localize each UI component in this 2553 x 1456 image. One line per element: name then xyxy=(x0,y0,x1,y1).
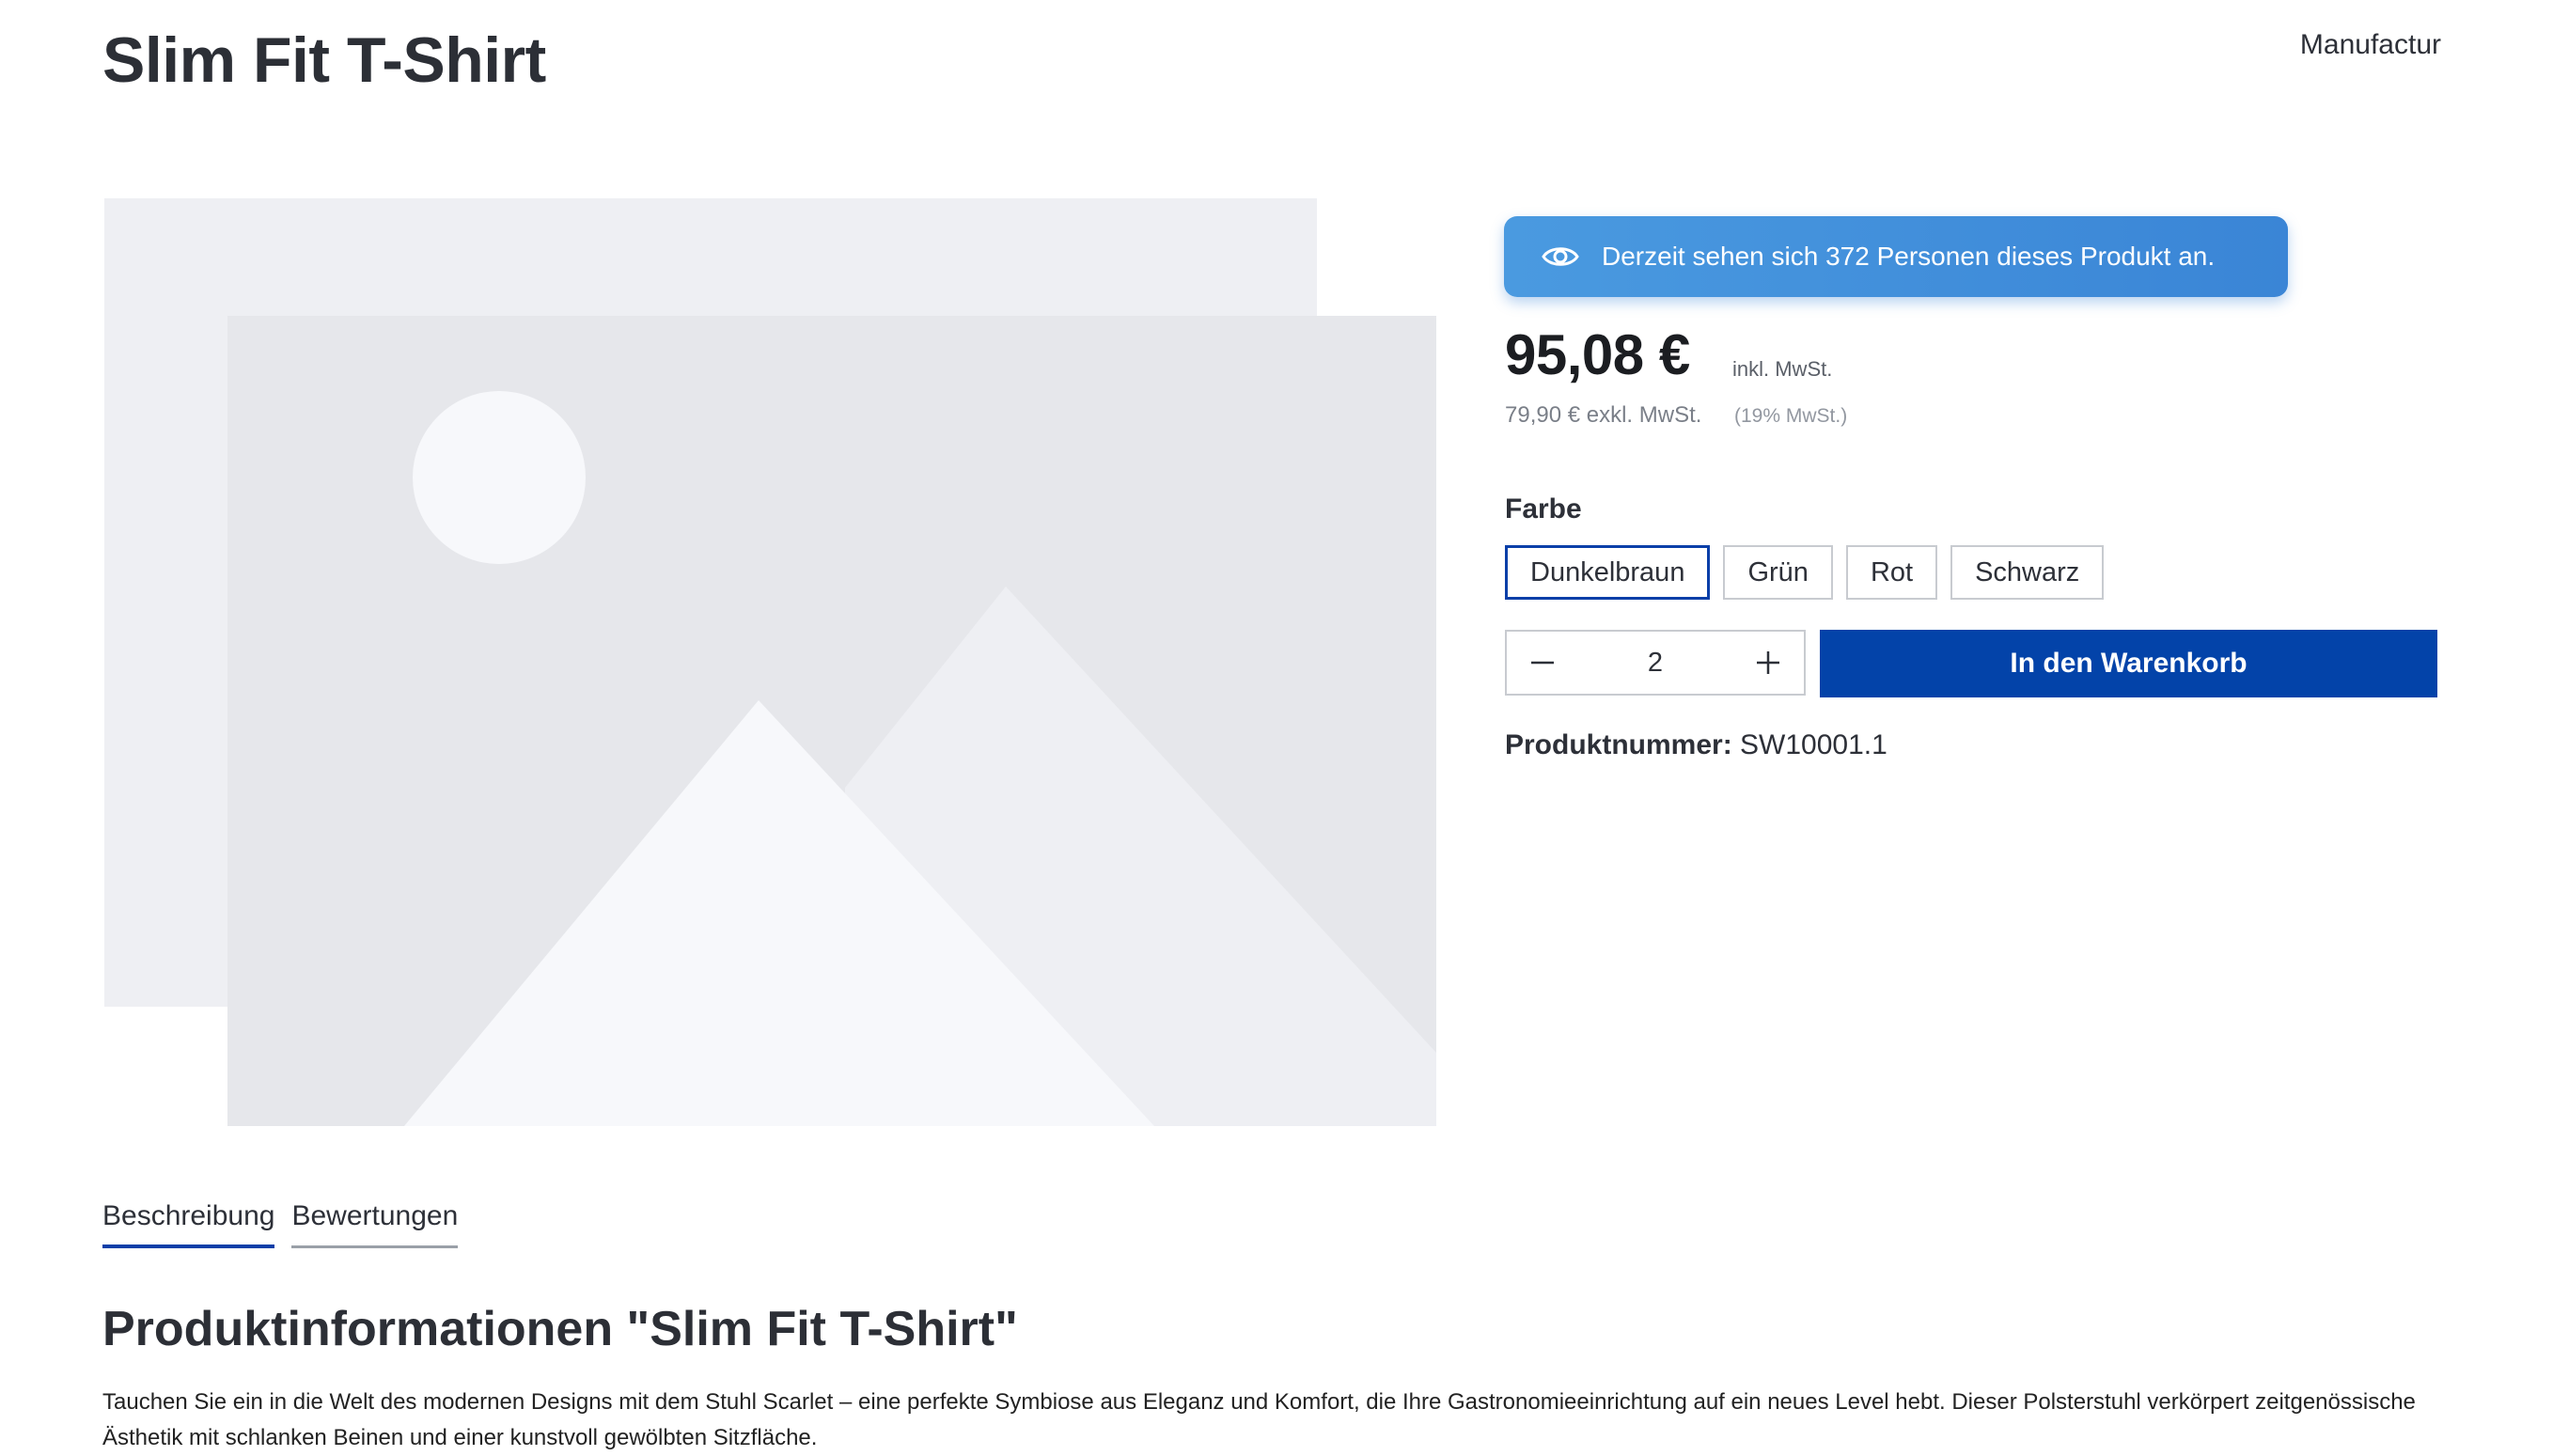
product-price: 95,08 € xyxy=(1505,323,1690,386)
color-option-schwarz[interactable]: Schwarz xyxy=(1950,545,2105,600)
decrease-quantity-button[interactable] xyxy=(1507,632,1578,694)
price-incl-vat-label: inkl. MwSt. xyxy=(1732,357,1833,381)
placeholder-sun xyxy=(413,391,586,564)
increase-quantity-button[interactable] xyxy=(1732,632,1804,694)
product-image-placeholder[interactable] xyxy=(102,196,1436,1126)
add-to-cart-button[interactable]: In den Warenkorb xyxy=(1820,630,2437,697)
net-price: 79,90 € exkl. MwSt. xyxy=(1505,402,1702,428)
tab-bewertungen[interactable]: Bewertungen xyxy=(291,1198,459,1248)
viewers-notice: Derzeit sehen sich 372 Personen dieses P… xyxy=(1504,216,2288,297)
color-option-gruen[interactable]: Grün xyxy=(1723,545,1833,600)
color-option-dunkelbraun[interactable]: Dunkelbraun xyxy=(1505,545,1711,600)
color-option-rot[interactable]: Rot xyxy=(1845,545,1938,600)
manufacturer-link[interactable]: Manufactur xyxy=(2300,26,2441,64)
color-options: Dunkelbraun Grün Rot Schwarz xyxy=(1505,545,2105,600)
product-tabs: Beschreibung Bewertungen xyxy=(102,1198,459,1248)
minus-icon xyxy=(1531,661,1554,665)
viewers-notice-text: Derzeit sehen sich 372 Personen dieses P… xyxy=(1602,242,2216,271)
product-number: Produktnummer: SW10001.1 xyxy=(1505,727,1887,764)
description-heading: Produktinformationen "Slim Fit T-Shirt" xyxy=(102,1302,1018,1356)
quantity-stepper: 2 xyxy=(1505,630,1806,696)
description-text: Tauchen Sie ein in die Welt des modernen… xyxy=(102,1389,2416,1450)
quantity-input[interactable]: 2 xyxy=(1648,648,1663,679)
page-title: Slim Fit T-Shirt xyxy=(102,24,546,96)
vat-note: (19% MwSt.) xyxy=(1734,405,1848,427)
product-number-label: Produktnummer: xyxy=(1505,729,1732,760)
product-number-value: SW10001.1 xyxy=(1740,729,1887,760)
tab-beschreibung[interactable]: Beschreibung xyxy=(102,1198,275,1248)
color-label: Farbe xyxy=(1505,493,1582,524)
plus-icon xyxy=(1756,651,1779,674)
image-placeholder-icon xyxy=(104,198,1436,1126)
eye-icon xyxy=(1542,247,1579,266)
